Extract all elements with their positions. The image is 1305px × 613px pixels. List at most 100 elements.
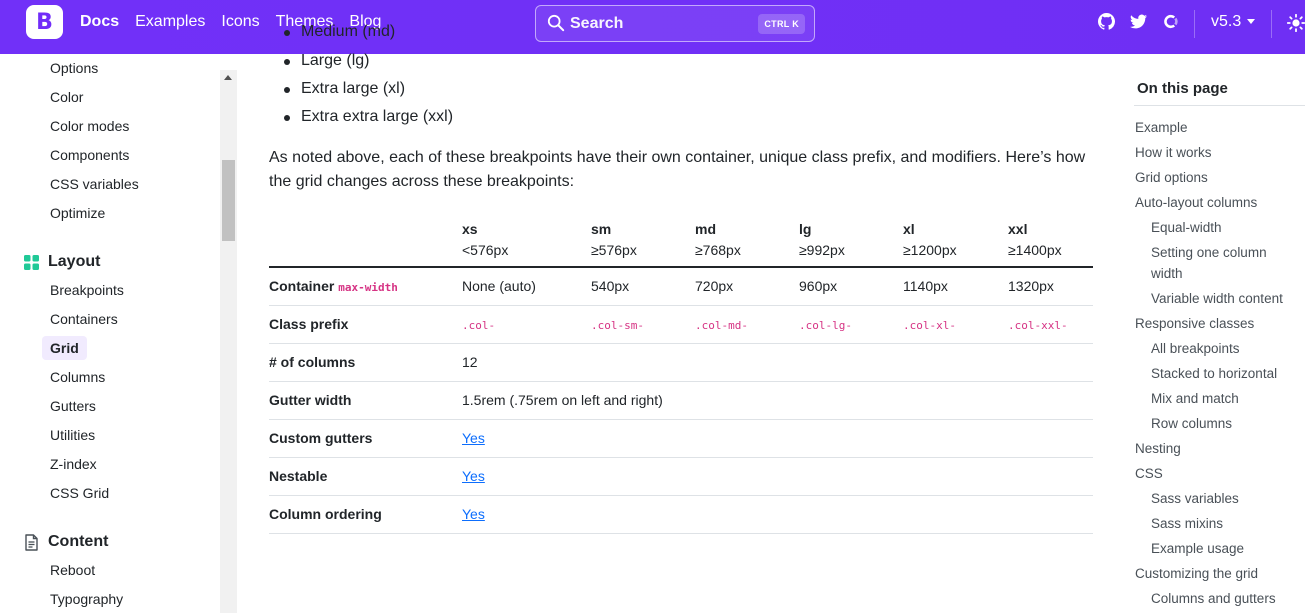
- sidebar-scrollbar[interactable]: [220, 70, 237, 613]
- sidebar-item-components[interactable]: Components: [50, 147, 129, 163]
- navbar-divider: [1271, 10, 1272, 38]
- sidebar-item-css-grid[interactable]: CSS Grid: [50, 485, 109, 501]
- scroll-up-arrow-icon[interactable]: [224, 75, 232, 80]
- table-row: Gutter width 1.5rem (.75rem on left and …: [269, 381, 1093, 419]
- toc-item-columns-and-gutters[interactable]: Columns and gutters: [1151, 591, 1276, 606]
- row-label-container: Container max-width: [269, 278, 398, 295]
- sidebar-item-containers[interactable]: Containers: [50, 311, 118, 327]
- table-cell: 720px: [695, 278, 734, 295]
- nav-docs[interactable]: Docs: [80, 13, 119, 31]
- github-icon[interactable]: [1097, 12, 1115, 30]
- table-cell: 540px: [591, 278, 630, 295]
- table-cell: .col-: [462, 319, 496, 332]
- sidebar-section-layout: Layout: [24, 253, 100, 271]
- table-cell: Yes: [462, 457, 1093, 495]
- row-label-class-prefix: Class prefix: [269, 316, 349, 332]
- row-label-gutter-width: Gutter width: [269, 392, 352, 408]
- toc-item-stacked-to-horizontal[interactable]: Stacked to horizontal: [1151, 366, 1277, 381]
- toc-item-row-columns[interactable]: Row columns: [1151, 416, 1232, 431]
- toc-item-nesting[interactable]: Nesting: [1135, 441, 1181, 456]
- toc-item-css[interactable]: CSS: [1135, 466, 1163, 481]
- sidebar-section-content: Content: [24, 533, 108, 551]
- table-cell: 960px: [799, 278, 838, 295]
- toc-item-auto-layout-columns[interactable]: Auto-layout columns: [1135, 195, 1257, 210]
- table-cell: 12: [462, 354, 478, 370]
- theme-sun-icon[interactable]: [1287, 14, 1305, 32]
- table-header-xl: xl ≥1200px: [903, 220, 957, 258]
- column-ordering-link[interactable]: Yes: [462, 506, 485, 522]
- grid-options-table: xs <576px sm ≥576px md ≥768px lg ≥992px xl ≥1…: [269, 213, 1093, 534]
- toc-item-variable-width-content[interactable]: Variable width content: [1151, 291, 1283, 306]
- table-row: Container max-width None (auto) 540px 72…: [269, 267, 1093, 305]
- toc-item-all-breakpoints[interactable]: All breakpoints: [1151, 341, 1240, 356]
- table-cell: Yes: [462, 495, 1093, 533]
- table-cell: 1320px: [1008, 278, 1054, 295]
- table-header-md: md ≥768px: [695, 220, 741, 258]
- bootstrap-logo[interactable]: B: [26, 5, 63, 39]
- list-item: Extra extra large (xxl): [283, 108, 454, 125]
- table-row: Column ordering Yes: [269, 495, 1093, 533]
- nestable-link[interactable]: Yes: [462, 468, 485, 484]
- sidebar-item-reboot[interactable]: Reboot: [50, 562, 95, 578]
- toc-item-customizing-the-grid[interactable]: Customizing the grid: [1135, 566, 1258, 581]
- toc-item-example-usage[interactable]: Example usage: [1151, 541, 1244, 556]
- nav-icons[interactable]: Icons: [221, 13, 259, 31]
- toc-item-mix-and-match[interactable]: Mix and match: [1151, 391, 1239, 406]
- sidebar-item-grid[interactable]: Grid: [42, 336, 87, 360]
- toc-item-example[interactable]: Example: [1135, 120, 1188, 135]
- docs-sidebar: Options Color Color modes Components CSS…: [0, 54, 220, 613]
- sidebar-item-color-modes[interactable]: Color modes: [50, 118, 129, 134]
- table-cell: 1140px: [903, 278, 948, 295]
- version-dropdown[interactable]: v5.3: [1211, 13, 1256, 31]
- sidebar-item-columns[interactable]: Columns: [50, 369, 105, 385]
- custom-gutters-link[interactable]: Yes: [462, 430, 485, 446]
- toc-item-setting-one-column-width[interactable]: Setting one column: [1151, 245, 1267, 260]
- top-navbar: B Docs Examples Icons Themes Blog Search…: [0, 0, 1305, 54]
- search-label: Search: [570, 15, 624, 32]
- opencollective-icon[interactable]: [1161, 12, 1179, 30]
- sidebar-item-color[interactable]: Color: [50, 89, 83, 105]
- document-icon: [25, 533, 38, 551]
- sidebar-item-typography[interactable]: Typography: [50, 591, 123, 607]
- toc-item-responsive-classes[interactable]: Responsive classes: [1135, 316, 1254, 331]
- table-cell: .col-md-: [695, 319, 748, 332]
- row-label-custom-gutters: Custom gutters: [269, 430, 373, 446]
- toc-item-how-it-works[interactable]: How it works: [1135, 145, 1212, 160]
- sidebar-scrollbar-thumb[interactable]: [222, 160, 235, 241]
- search-icon: [547, 14, 565, 32]
- table-cell: .col-sm-: [591, 319, 644, 332]
- row-label-nestable: Nestable: [269, 468, 328, 484]
- toc-item-setting-one-column-width-cont[interactable]: width: [1151, 266, 1183, 281]
- twitter-icon[interactable]: [1129, 12, 1147, 30]
- table-row: # of columns 12: [269, 343, 1093, 381]
- row-label-column-ordering: Column ordering: [269, 506, 382, 522]
- toc-item-sass-mixins[interactable]: Sass mixins: [1151, 516, 1223, 531]
- sidebar-item-css-variables[interactable]: CSS variables: [50, 176, 139, 192]
- sidebar-item-optimize[interactable]: Optimize: [50, 205, 105, 221]
- table-cell: Yes: [462, 419, 1093, 457]
- toc-divider: [1134, 105, 1305, 106]
- search-button[interactable]: Search CTRL K: [535, 5, 815, 42]
- table-header-sm: sm ≥576px: [591, 220, 637, 258]
- table-header-xs: xs <576px: [462, 220, 509, 258]
- toc-item-grid-options[interactable]: Grid options: [1135, 170, 1208, 185]
- table-row: Custom gutters Yes: [269, 419, 1093, 457]
- table-row: Nestable Yes: [269, 457, 1093, 495]
- grid-icon: [24, 254, 39, 270]
- table-cell: .col-lg-: [799, 319, 852, 332]
- sidebar-item-utilities[interactable]: Utilities: [50, 427, 95, 443]
- sidebar-heading-label: Layout: [48, 253, 101, 270]
- toc-item-equal-width[interactable]: Equal-width: [1151, 220, 1222, 235]
- toc-title: On this page: [1137, 80, 1228, 97]
- sidebar-item-gutters[interactable]: Gutters: [50, 398, 96, 414]
- search-shortcut: CTRL K: [758, 14, 805, 34]
- table-cell: .col-xl-: [903, 319, 956, 332]
- toc-item-sass-variables[interactable]: Sass variables: [1151, 491, 1239, 506]
- table-row: Class prefix .col- .col-sm- .col-md- .co…: [269, 305, 1093, 343]
- chevron-down-icon: [1247, 19, 1256, 25]
- nav-examples[interactable]: Examples: [135, 13, 205, 31]
- sidebar-item-options[interactable]: Options: [50, 60, 98, 76]
- sidebar-item-z-index[interactable]: Z-index: [50, 456, 97, 472]
- table-cell: 1.5rem (.75rem on left and right): [462, 392, 663, 408]
- sidebar-item-breakpoints[interactable]: Breakpoints: [50, 282, 124, 298]
